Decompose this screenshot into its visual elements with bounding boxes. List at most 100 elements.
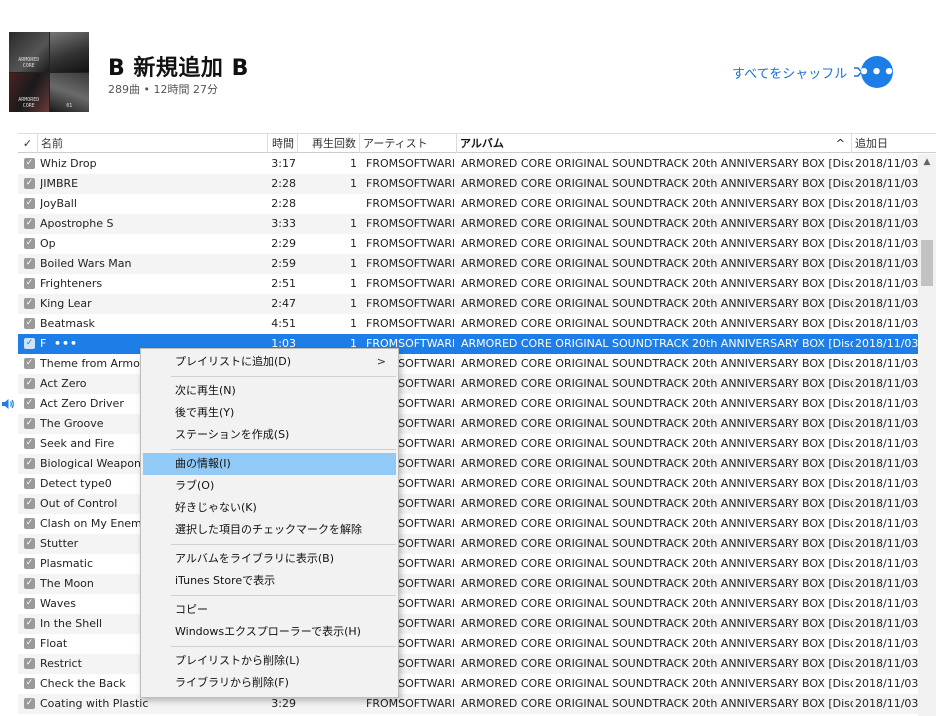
track-checkbox[interactable]: ✓ [24, 318, 35, 329]
track-checkbox[interactable]: ✓ [24, 638, 35, 649]
track-album: ARMORED CORE ORIGINAL SOUNDTRACK 20th AN… [461, 597, 853, 610]
context-menu-item-label: ステーションを作成(S) [175, 428, 290, 441]
context-menu-item[interactable]: iTunes Storeで表示 [143, 570, 396, 592]
track-album: ARMORED CORE ORIGINAL SOUNDTRACK 20th AN… [461, 577, 853, 590]
column-time[interactable]: 時間 [268, 134, 298, 153]
track-checkbox[interactable]: ✓ [24, 618, 35, 629]
artwork-tile: ARMORED CORE [9, 32, 49, 72]
track-artist: FROMSOFTWARE [366, 217, 454, 230]
more-options-button[interactable]: ••• [858, 56, 895, 88]
track-checkbox[interactable]: ✓ [24, 278, 35, 289]
track-checkbox[interactable]: ✓ [24, 538, 35, 549]
track-checkbox[interactable]: ✓ [24, 578, 35, 589]
playlist-title[interactable]: B 新規追加 B [108, 50, 249, 82]
context-menu-item-label: 次に再生(N) [175, 384, 236, 397]
vertical-scrollbar[interactable]: ▲ [918, 154, 936, 716]
track-checkbox[interactable]: ✓ [24, 218, 35, 229]
track-checkbox[interactable]: ✓ [24, 258, 35, 269]
track-added-date: 2018/11/03 11 [855, 457, 918, 470]
track-checkbox[interactable]: ✓ [24, 658, 35, 669]
scroll-up-arrow-icon[interactable]: ▲ [918, 154, 936, 170]
context-menu-item[interactable]: 好きじゃない(K) [143, 497, 396, 519]
track-checkbox[interactable]: ✓ [24, 178, 35, 189]
shuffle-all-button[interactable]: すべてをシャッフル [732, 63, 873, 82]
track-row[interactable]: ✓ JIMBRE 2:28 1 FROMSOFTWARE ARMORED CORE ORI… [18, 174, 918, 194]
track-checkbox[interactable]: ✓ [24, 358, 35, 369]
column-added[interactable]: 追加日 [852, 134, 918, 153]
context-menu-item-label: 好きじゃない(K) [175, 501, 257, 514]
context-menu-item[interactable]: ラブ(O) [143, 475, 396, 497]
track-added-date: 2018/11/03 11 [855, 377, 918, 390]
track-row[interactable]: ✓ Apostrophe S 3:33 1 FROMSOFTWARE ARMORED CO… [18, 214, 918, 234]
track-checkbox[interactable]: ✓ [24, 298, 35, 309]
track-added-date: 2018/11/03 11 [855, 537, 918, 550]
track-row[interactable]: ✓ Frighteners 2:51 1 FROMSOFTWARE ARMORED COR… [18, 274, 918, 294]
track-checkbox[interactable]: ✓ [24, 338, 35, 349]
context-menu-item[interactable]: 次に再生(N) [143, 380, 396, 402]
track-album: ARMORED CORE ORIGINAL SOUNDTRACK 20th AN… [461, 157, 853, 170]
track-checkbox[interactable]: ✓ [24, 678, 35, 689]
track-checkbox[interactable]: ✓ [24, 478, 35, 489]
track-album: ARMORED CORE ORIGINAL SOUNDTRACK 20th AN… [461, 317, 853, 330]
track-checkbox[interactable]: ✓ [24, 198, 35, 209]
context-menu-item-label: Windowsエクスプローラーで表示(H) [175, 625, 361, 638]
track-more-icon[interactable]: ••• [54, 334, 84, 354]
track-row[interactable]: ✓ Op 2:29 1 FROMSOFTWARE ARMORED CORE ORIGINA… [18, 234, 918, 254]
track-checkbox[interactable]: ✓ [24, 598, 35, 609]
context-menu-item[interactable]: Windowsエクスプローラーで表示(H) [143, 621, 396, 643]
column-name[interactable]: 名前 [38, 134, 268, 153]
playlist-artwork[interactable]: ARMORED CORE ARMORED CORE 01 [9, 32, 89, 112]
track-checkbox[interactable]: ✓ [24, 438, 35, 449]
track-added-date: 2018/11/03 11 [855, 617, 918, 630]
track-added-date: 2018/11/03 11 [855, 417, 918, 430]
scrollbar-thumb[interactable] [921, 240, 933, 286]
track-checkbox[interactable]: ✓ [24, 238, 35, 249]
track-checkbox[interactable]: ✓ [24, 158, 35, 169]
track-checkbox[interactable]: ✓ [24, 398, 35, 409]
context-menu-item[interactable]: アルバムをライブラリに表示(B) [143, 548, 396, 570]
track-artist: FROMSOFTWARE [366, 237, 454, 250]
track-checkbox[interactable]: ✓ [24, 498, 35, 509]
track-checkbox[interactable]: ✓ [24, 378, 35, 389]
track-added-date: 2018/11/03 11 [855, 337, 918, 350]
column-check[interactable]: ✓ [18, 134, 38, 153]
track-checkbox[interactable]: ✓ [24, 518, 35, 529]
track-added-date: 2018/11/03 11 [855, 637, 918, 650]
context-menu-item[interactable]: ライブラリから削除(F) [143, 672, 396, 694]
track-plays: 1 [350, 217, 357, 230]
track-row[interactable]: ✓ King Lear 2:47 1 FROMSOFTWARE ARMORED CORE … [18, 294, 918, 314]
track-added-date: 2018/11/03 11 [855, 217, 918, 230]
track-checkbox[interactable]: ✓ [24, 558, 35, 569]
track-plays: 1 [350, 237, 357, 250]
context-menu-item[interactable]: 選択した項目のチェックマークを解除 [143, 519, 396, 541]
artwork-tile: 01 [49, 72, 89, 112]
track-added-date: 2018/11/03 11 [855, 237, 918, 250]
context-menu-item[interactable]: プレイリストから削除(L) [143, 650, 396, 672]
track-checkbox[interactable]: ✓ [24, 458, 35, 469]
context-menu-item[interactable]: ステーションを作成(S) [143, 424, 396, 446]
context-menu-item[interactable]: コピー [143, 599, 396, 621]
track-checkbox[interactable]: ✓ [24, 698, 35, 709]
column-album[interactable]: アルバム ^ [457, 134, 852, 153]
track-album: ARMORED CORE ORIGINAL SOUNDTRACK 20th AN… [461, 437, 853, 450]
track-album: ARMORED CORE ORIGINAL SOUNDTRACK 20th AN… [461, 377, 853, 390]
context-menu-item-label: iTunes Storeで表示 [175, 574, 276, 587]
context-menu-item-label: 後で再生(Y) [175, 406, 235, 419]
track-row[interactable]: ✓ JoyBall 2:28 FROMSOFTWARE ARMORED CORE ORI… [18, 194, 918, 214]
track-row[interactable]: ✓ Beatmask 4:51 1 FROMSOFTWARE ARMORED CORE O… [18, 314, 918, 334]
track-row[interactable]: ✓ Boiled Wars Man 2:59 1 FROMSOFTWARE ARMORED… [18, 254, 918, 274]
track-added-date: 2018/11/03 11 [855, 657, 918, 670]
context-menu-item[interactable]: プレイリストに追加(D) > [143, 351, 396, 373]
column-plays[interactable]: 再生回数 [298, 134, 360, 153]
context-menu-item[interactable]: 曲の情報(I) [143, 453, 396, 475]
track-checkbox[interactable]: ✓ [24, 418, 35, 429]
track-album: ARMORED CORE ORIGINAL SOUNDTRACK 20th AN… [461, 297, 853, 310]
track-album: ARMORED CORE ORIGINAL SOUNDTRACK 20th AN… [461, 477, 853, 490]
track-row[interactable]: ✓ Whiz Drop 3:17 1 FROMSOFTWARE ARMORED CORE … [18, 154, 918, 174]
now-playing-speaker-icon [2, 399, 14, 409]
column-artist[interactable]: アーティスト [360, 134, 457, 153]
artwork-tile-label: ARMORED CORE [18, 97, 40, 109]
context-menu-item[interactable]: 後で再生(Y) [143, 402, 396, 424]
track-artist: FROMSOFTWARE [366, 197, 454, 210]
artwork-tile-label: ARMORED CORE [18, 56, 40, 69]
